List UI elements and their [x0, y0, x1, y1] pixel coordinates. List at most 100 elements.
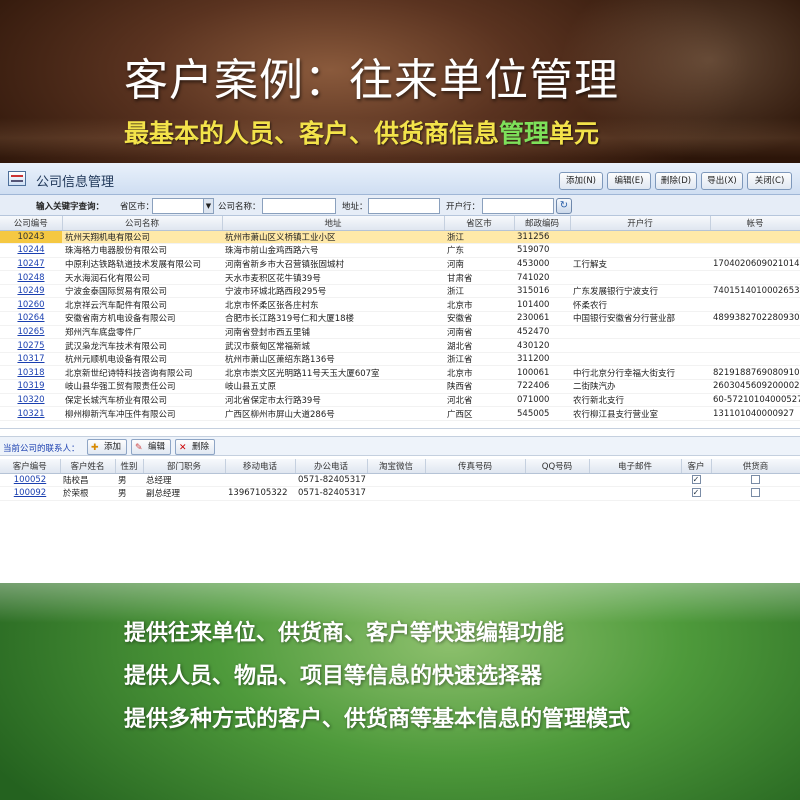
address-input[interactable] — [368, 198, 440, 214]
column-header[interactable]: 传真号码 — [425, 459, 526, 474]
company-code-link[interactable]: 10244 — [0, 243, 62, 258]
column-header[interactable]: QQ号码 — [525, 459, 590, 474]
column-header[interactable]: 客户编号 — [0, 459, 61, 474]
edit-icon: ✎ — [135, 443, 143, 453]
table-cell: 河南省新乡市大召营镇张固城村 — [222, 257, 444, 272]
column-header[interactable]: 公司编号 — [0, 216, 63, 231]
export-button[interactable]: 导出(X) — [701, 172, 743, 190]
company-code-link[interactable]: 10264 — [0, 311, 62, 326]
delete-contact-button[interactable]: ✕ 删除 — [175, 439, 215, 455]
column-header[interactable]: 公司名称 — [62, 216, 223, 231]
contact-code-link[interactable]: 100052 — [0, 473, 60, 488]
company-code-link[interactable]: 10321 — [0, 406, 62, 421]
window-icon — [8, 171, 26, 186]
company-code-link[interactable]: 10249 — [0, 284, 62, 299]
company-code-link[interactable]: 10243 — [0, 230, 62, 245]
column-header[interactable]: 移动电话 — [225, 459, 296, 474]
company-code-link[interactable]: 10247 — [0, 257, 62, 272]
top-banner: 客户案例：往来单位管理 最基本的人员、客户、供货商信息管理单元 — [0, 0, 800, 163]
table-row[interactable]: 10260 北京祥云汽车配件有限公司 北京市怀柔区张各庄村东 北京市 101400 怀柔农… — [0, 297, 800, 313]
table-row[interactable]: 10249 宁波金泰国际贸易有限公司 宁波市环城北路西段295号 浙江 315016 广东… — [0, 284, 800, 299]
table-row[interactable]: 10243 杭州天翔机电有限公司 杭州市萧山区义桥镇工业小区 浙江 311256 — [0, 230, 800, 245]
table-cell — [710, 230, 800, 245]
company-code-link[interactable]: 10317 — [0, 352, 62, 367]
table-row[interactable]: 10317 杭州元顺机电设备有限公司 杭州市萧山区萧绍东路136号 浙江省 311200 — [0, 352, 800, 367]
table-cell: 北京市崇文区光明路11号天玉大厦607室 — [222, 365, 444, 381]
column-header[interactable]: 办公电话 — [295, 459, 368, 474]
delete-icon: ✕ — [179, 443, 187, 453]
column-header[interactable]: 客户姓名 — [60, 459, 116, 474]
table-row[interactable]: 10244 珠海格力电器股份有限公司 珠海市前山金鸡西路六号 广东 519070 — [0, 243, 800, 258]
province-select[interactable]: ▼ — [152, 198, 214, 214]
company-code-link[interactable]: 10265 — [0, 325, 62, 340]
supplier-checkbox[interactable] — [751, 474, 760, 484]
table-row[interactable]: 10264 安徽省南方机电设备有限公司 合肥市长江路319号仁和大厦18楼 安徽省 23… — [0, 311, 800, 326]
column-header[interactable]: 部门职务 — [143, 459, 226, 474]
customer-checkbox[interactable]: ✓ — [691, 474, 701, 484]
bank-input[interactable] — [482, 198, 554, 214]
contact-table-container: 客户编号 客户姓名 性别 部门职务 移动电话 办公电话 淘宝微信 传真号码 QQ号码 电子邮件 客户… — [0, 459, 800, 583]
edit-contact-button[interactable]: ✎ 编辑 — [131, 439, 171, 455]
column-header[interactable]: 开户行 — [570, 216, 711, 231]
table-cell: 101400 — [514, 297, 570, 313]
company-code-link[interactable]: 10319 — [0, 379, 62, 394]
window-titlebar: 公司信息管理 添加(N) 编辑(E) 删除(D) 导出(X) 关闭(C) — [0, 163, 800, 195]
company-code-link[interactable]: 10275 — [0, 338, 62, 353]
company-code-link[interactable]: 10318 — [0, 365, 62, 381]
customer-checkbox[interactable]: ✓ — [691, 488, 701, 498]
table-row[interactable]: 10321 柳州柳新汽车冲压件有限公司 广西区柳州市屏山大道286号 广西区 54500… — [0, 406, 800, 421]
table-row[interactable]: 10265 郑州汽车底盘零件厂 河南省登封市西五里铺 河南省 452470 — [0, 325, 800, 340]
search-icon[interactable]: ↻ — [556, 198, 572, 214]
table-row[interactable]: 10248 天水海润石化有限公司 天水市麦积区花牛镇39号 甘肃省 741020 — [0, 270, 800, 285]
table-cell: 河南 — [444, 257, 514, 272]
table-cell: 二街陕汽办 — [570, 379, 710, 394]
contact-row[interactable]: 100052 陆校昌男总经理 0571-82405317 ✓ — [0, 473, 800, 488]
company-code-link[interactable]: 10260 — [0, 297, 62, 313]
column-header[interactable]: 客户 — [681, 459, 712, 474]
table-cell: 男 — [115, 486, 143, 501]
company-table-container: 公司编号 公司名称 地址 省区市 邮政编码 开户行 帐号 10243 杭州天翔机电有限公司 杭州… — [0, 216, 800, 429]
column-header[interactable]: 淘宝微信 — [367, 459, 426, 474]
table-row[interactable]: 10320 保定长城汽车桥业有限公司 河北省保定市太行路39号 河北省 071000 农行… — [0, 393, 800, 408]
table-cell — [710, 297, 800, 313]
edit-contact-label: 编辑 — [148, 442, 166, 452]
add-contact-button[interactable]: ✚ 添加 — [87, 439, 127, 455]
column-header[interactable]: 性别 — [115, 459, 144, 474]
banner-subtitle-part: 单元 — [549, 119, 600, 148]
company-code-link[interactable]: 10320 — [0, 393, 62, 408]
add-button[interactable]: 添加(N) — [559, 172, 603, 190]
table-cell: 17040206090210140 — [710, 257, 800, 272]
column-header[interactable]: 供货商 — [711, 459, 800, 474]
table-cell: 甘肃省 — [444, 270, 514, 285]
contact-row[interactable]: 100092 於荣根男副总经理 13967105322 0571-82405317 ✓ — [0, 486, 800, 501]
edit-button[interactable]: 编辑(E) — [607, 172, 651, 190]
table-cell: 519070 — [514, 243, 570, 258]
contact-code-link[interactable]: 100092 — [0, 486, 60, 501]
table-row[interactable]: 10275 武汉枭龙汽车技术有限公司 武汉市蔡甸区常福新城 湖北省 430120 — [0, 338, 800, 353]
table-cell: 武汉市蔡甸区常福新城 — [222, 338, 444, 353]
delete-button[interactable]: 删除(D) — [655, 172, 697, 190]
column-header[interactable]: 电子邮件 — [589, 459, 682, 474]
bank-label: 开户行： — [446, 202, 481, 212]
table-cell: 北京新世纪诗特科技咨询有限公司 — [62, 365, 222, 381]
table-row[interactable]: 10319 岐山县华强工贸有限责任公司 岐山县五丈原 陕西省 722406 二街陕汽办 26… — [0, 379, 800, 394]
column-header[interactable]: 地址 — [222, 216, 445, 231]
company-name-label: 公司名称： — [218, 202, 261, 212]
company-code-link[interactable]: 10248 — [0, 270, 62, 285]
supplier-checkbox[interactable] — [751, 488, 760, 498]
table-cell: 湖北省 — [444, 338, 514, 353]
table-cell: 中国银行安徽省分行营业部 — [570, 311, 710, 326]
table-cell: 广东发展银行宁波支行 — [570, 284, 710, 299]
table-cell — [589, 473, 681, 488]
company-name-input[interactable] — [262, 198, 336, 214]
table-cell: 48993827022809307 — [710, 311, 800, 326]
column-header[interactable]: 邮政编码 — [514, 216, 571, 231]
chevron-down-icon[interactable]: ▼ — [203, 199, 213, 213]
close-button[interactable]: 关闭(C) — [747, 172, 792, 190]
table-row[interactable]: 10247 中原利达铁路轨道技术发展有限公司 河南省新乡市大召营镇张固城村 河南 453… — [0, 257, 800, 272]
column-header[interactable]: 帐号 — [710, 216, 800, 231]
table-cell: 副总经理 — [143, 486, 225, 501]
column-header[interactable]: 省区市 — [444, 216, 515, 231]
table-cell — [711, 473, 800, 488]
table-row[interactable]: 10318 北京新世纪诗特科技咨询有限公司 北京市崇文区光明路11号天玉大厦607室… — [0, 365, 800, 381]
